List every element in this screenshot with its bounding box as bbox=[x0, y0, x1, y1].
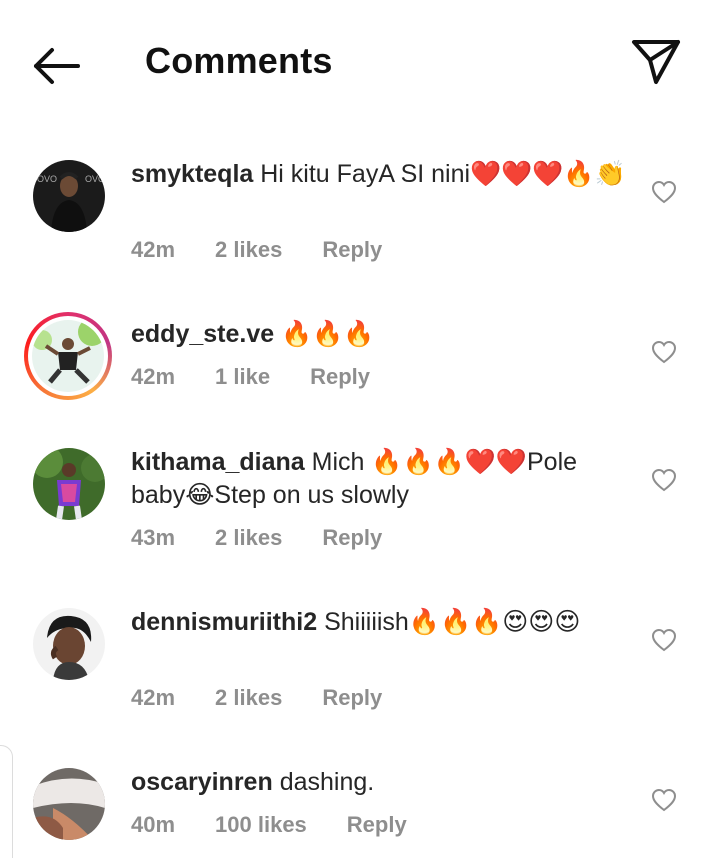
comment-meta: 42m 2 likes Reply bbox=[131, 237, 382, 263]
avatar[interactable] bbox=[33, 448, 105, 520]
comment-meta: 43m 2 likes Reply bbox=[131, 525, 382, 551]
comment-text: Hi kitu FayA SI nini❤️❤️❤️🔥👏 bbox=[253, 160, 626, 188]
comment-meta: 40m 100 likes Reply bbox=[131, 812, 407, 838]
avatar-story-ring[interactable] bbox=[24, 312, 112, 400]
avatar[interactable] bbox=[33, 608, 105, 680]
page-title: Comments bbox=[145, 40, 333, 81]
comment-time: 42m bbox=[131, 685, 176, 710]
comment-text: 🔥🔥🔥 bbox=[274, 320, 375, 348]
comment-text-block: dennismuriithi2 Shiiiiish🔥🔥🔥😍😍😍 bbox=[131, 606, 631, 639]
arrow-left-icon bbox=[34, 48, 80, 84]
send-icon bbox=[632, 40, 680, 84]
comment-time: 43m bbox=[131, 525, 176, 550]
like-button[interactable] bbox=[651, 788, 677, 812]
reply-button[interactable]: Reply bbox=[322, 525, 382, 551]
comment-likes[interactable]: 2 likes bbox=[215, 685, 282, 711]
like-button[interactable] bbox=[651, 468, 677, 492]
comment-text-block: eddy_ste.ve 🔥🔥🔥 bbox=[131, 318, 631, 351]
comment-username[interactable]: kithama_diana bbox=[131, 448, 305, 476]
heart-icon bbox=[651, 468, 677, 492]
avatar[interactable] bbox=[33, 768, 105, 840]
heart-icon bbox=[651, 180, 677, 204]
reply-button[interactable]: Reply bbox=[322, 685, 382, 711]
heart-icon bbox=[651, 628, 677, 652]
user-avatar-icon bbox=[33, 608, 105, 680]
comment-text: Shiiiiish🔥🔥🔥😍😍😍 bbox=[317, 608, 581, 636]
reply-button[interactable]: Reply bbox=[347, 812, 407, 838]
heart-icon bbox=[651, 340, 677, 364]
comment-time: 42m bbox=[131, 364, 176, 389]
comment-username[interactable]: eddy_ste.ve bbox=[131, 320, 274, 348]
comment-likes[interactable]: 100 likes bbox=[215, 812, 307, 838]
comment-username[interactable]: dennismuriithi2 bbox=[131, 608, 317, 636]
heart-icon bbox=[651, 788, 677, 812]
like-button[interactable] bbox=[651, 180, 677, 204]
comment-text-block: oscaryinren dashing. bbox=[131, 766, 631, 799]
comment-text-block: smykteqla Hi kitu FayA SI nini❤️❤️❤️🔥👏 bbox=[131, 158, 631, 191]
comment-text: dashing. bbox=[272, 768, 375, 796]
side-panel-edge bbox=[0, 745, 13, 858]
comments-header: Comments bbox=[0, 0, 720, 125]
comment-time: 42m bbox=[131, 237, 176, 262]
comment-username[interactable]: oscaryinren bbox=[131, 768, 273, 796]
share-button[interactable] bbox=[628, 36, 684, 88]
svg-text:OVO: OVO bbox=[37, 174, 57, 184]
comment-meta: 42m 1 like Reply bbox=[131, 364, 370, 390]
user-avatar-icon bbox=[33, 448, 105, 520]
user-avatar-icon bbox=[33, 768, 105, 840]
comment-text-block: kithama_diana Mich 🔥🔥🔥❤️❤️Pole baby😂Step… bbox=[131, 446, 631, 512]
reply-button[interactable]: Reply bbox=[310, 364, 370, 390]
comment-likes[interactable]: 2 likes bbox=[215, 237, 282, 263]
comment-time: 40m bbox=[131, 812, 176, 837]
like-button[interactable] bbox=[651, 340, 677, 364]
comment-likes[interactable]: 2 likes bbox=[215, 525, 282, 551]
user-avatar-icon: OVO OVO bbox=[33, 160, 105, 232]
comment-username[interactable]: smykteqla bbox=[131, 160, 253, 188]
svg-text:OVO: OVO bbox=[85, 174, 105, 184]
reply-button[interactable]: Reply bbox=[322, 237, 382, 263]
avatar bbox=[32, 320, 104, 392]
back-button[interactable] bbox=[30, 42, 82, 90]
user-avatar-icon bbox=[32, 320, 104, 392]
comment-likes[interactable]: 1 like bbox=[215, 364, 270, 390]
avatar[interactable]: OVO OVO bbox=[33, 160, 105, 232]
like-button[interactable] bbox=[651, 628, 677, 652]
comment-meta: 42m 2 likes Reply bbox=[131, 685, 382, 711]
